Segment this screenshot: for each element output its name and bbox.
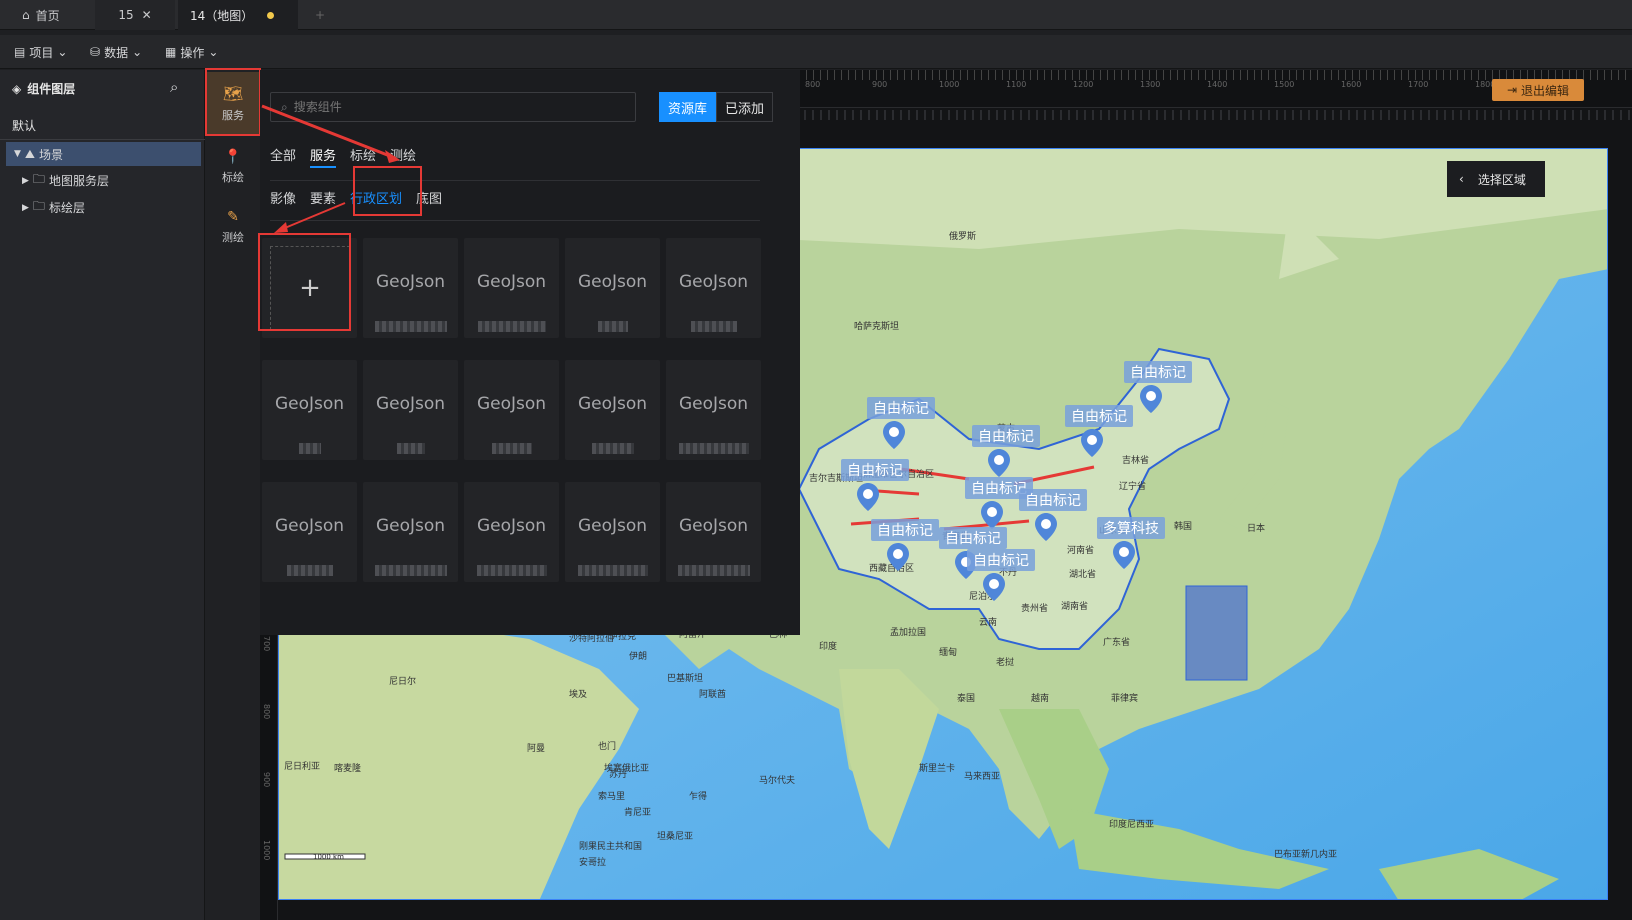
- arrow-head: [385, 150, 400, 163]
- annotation-arrows: [261, 104, 400, 233]
- arrow-line: [261, 104, 396, 160]
- arrow-head: [274, 222, 288, 233]
- arrow-line: [279, 202, 346, 231]
